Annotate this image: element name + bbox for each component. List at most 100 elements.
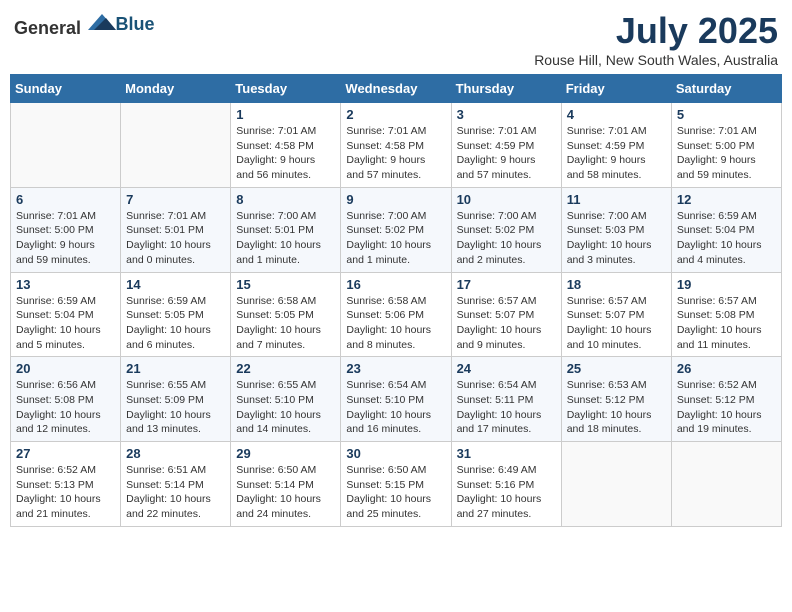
day-info: Sunrise: 6:57 AM Sunset: 5:07 PM Dayligh…: [457, 294, 556, 353]
day-number: 26: [677, 361, 776, 376]
calendar-week-row: 27Sunrise: 6:52 AM Sunset: 5:13 PM Dayli…: [11, 442, 782, 527]
calendar-cell: 18Sunrise: 6:57 AM Sunset: 5:07 PM Dayli…: [561, 272, 671, 357]
day-number: 5: [677, 107, 776, 122]
weekday-header-saturday: Saturday: [671, 75, 781, 103]
day-info: Sunrise: 6:55 AM Sunset: 5:10 PM Dayligh…: [236, 378, 335, 437]
day-number: 25: [567, 361, 666, 376]
day-number: 14: [126, 277, 225, 292]
calendar-cell: 9 Sunrise: 7:00 AM Sunset: 5:02 PM Daylig…: [341, 187, 451, 272]
calendar-cell: 2 Sunrise: 7:01 AM Sunset: 4:58 PM Daylig…: [341, 103, 451, 188]
day-info: Sunrise: 7:01 AM Sunset: 5:00 PM Dayligh…: [677, 124, 776, 183]
logo-general-text: General: [14, 18, 81, 38]
day-number: 31: [457, 446, 556, 461]
day-info: Sunrise: 6:59 AM Sunset: 5:05 PM Dayligh…: [126, 294, 225, 353]
day-number: 7: [126, 192, 225, 207]
day-info: Sunrise: 6:52 AM Sunset: 5:12 PM Dayligh…: [677, 378, 776, 437]
day-info: Sunrise: 7:01 AM Sunset: 4:59 PM Dayligh…: [457, 124, 556, 183]
calendar-cell: 28Sunrise: 6:51 AM Sunset: 5:14 PM Dayli…: [121, 442, 231, 527]
day-number: 16: [346, 277, 445, 292]
calendar-cell: 8 Sunrise: 7:00 AM Sunset: 5:01 PM Daylig…: [231, 187, 341, 272]
day-number: 9: [346, 192, 445, 207]
calendar-cell: [11, 103, 121, 188]
calendar-cell: 11 Sunrise: 7:00 AM Sunset: 5:03 PM Dayli…: [561, 187, 671, 272]
day-number: 21: [126, 361, 225, 376]
calendar-cell: 27Sunrise: 6:52 AM Sunset: 5:13 PM Dayli…: [11, 442, 121, 527]
day-info: Sunrise: 6:56 AM Sunset: 5:08 PM Dayligh…: [16, 378, 115, 437]
calendar-cell: 15 Sunrise: 6:58 AM Sunset: 5:05 PM Dayli…: [231, 272, 341, 357]
day-info: Sunrise: 7:01 AM Sunset: 4:59 PM Dayligh…: [567, 124, 666, 183]
day-number: 10: [457, 192, 556, 207]
calendar-week-row: 1 Sunrise: 7:01 AM Sunset: 4:58 PM Daylig…: [11, 103, 782, 188]
page-header: General Blue July 2025 Rouse Hill, New S…: [10, 10, 782, 68]
day-info: Sunrise: 6:59 AM Sunset: 5:04 PM Dayligh…: [16, 294, 115, 353]
weekday-header-row: SundayMondayTuesdayWednesdayThursdayFrid…: [11, 75, 782, 103]
calendar-cell: 31 Sunrise: 6:49 AM Sunset: 5:16 PM Dayli…: [451, 442, 561, 527]
day-number: 13: [16, 277, 115, 292]
calendar-cell: 22 Sunrise: 6:55 AM Sunset: 5:10 PM Dayli…: [231, 357, 341, 442]
calendar-week-row: 20 Sunrise: 6:56 AM Sunset: 5:08 PM Dayli…: [11, 357, 782, 442]
day-info: Sunrise: 6:59 AM Sunset: 5:04 PM Dayligh…: [677, 209, 776, 268]
day-info: Sunrise: 7:00 AM Sunset: 5:03 PM Dayligh…: [567, 209, 666, 268]
day-info: Sunrise: 6:58 AM Sunset: 5:05 PM Dayligh…: [236, 294, 335, 353]
calendar-week-row: 13 Sunrise: 6:59 AM Sunset: 5:04 PM Dayli…: [11, 272, 782, 357]
day-info: Sunrise: 7:00 AM Sunset: 5:02 PM Dayligh…: [346, 209, 445, 268]
calendar-table: SundayMondayTuesdayWednesdayThursdayFrid…: [10, 74, 782, 527]
day-info: Sunrise: 7:01 AM Sunset: 4:58 PM Dayligh…: [236, 124, 335, 183]
calendar-cell: [121, 103, 231, 188]
calendar-cell: 5 Sunrise: 7:01 AM Sunset: 5:00 PM Daylig…: [671, 103, 781, 188]
day-number: 28: [126, 446, 225, 461]
day-number: 11: [567, 192, 666, 207]
calendar-cell: 1 Sunrise: 7:01 AM Sunset: 4:58 PM Daylig…: [231, 103, 341, 188]
day-number: 15: [236, 277, 335, 292]
day-number: 17: [457, 277, 556, 292]
day-number: 30: [346, 446, 445, 461]
calendar-cell: 25 Sunrise: 6:53 AM Sunset: 5:12 PM Dayli…: [561, 357, 671, 442]
calendar-cell: 24Sunrise: 6:54 AM Sunset: 5:11 PM Dayli…: [451, 357, 561, 442]
weekday-header-thursday: Thursday: [451, 75, 561, 103]
day-info: Sunrise: 6:58 AM Sunset: 5:06 PM Dayligh…: [346, 294, 445, 353]
weekday-header-sunday: Sunday: [11, 75, 121, 103]
calendar-cell: 23Sunrise: 6:54 AM Sunset: 5:10 PM Dayli…: [341, 357, 451, 442]
day-number: 24: [457, 361, 556, 376]
calendar-cell: 29Sunrise: 6:50 AM Sunset: 5:14 PM Dayli…: [231, 442, 341, 527]
day-number: 22: [236, 361, 335, 376]
day-info: Sunrise: 6:53 AM Sunset: 5:12 PM Dayligh…: [567, 378, 666, 437]
calendar-cell: 20 Sunrise: 6:56 AM Sunset: 5:08 PM Dayli…: [11, 357, 121, 442]
day-number: 3: [457, 107, 556, 122]
day-info: Sunrise: 7:00 AM Sunset: 5:01 PM Dayligh…: [236, 209, 335, 268]
calendar-cell: 12Sunrise: 6:59 AM Sunset: 5:04 PM Dayli…: [671, 187, 781, 272]
day-number: 27: [16, 446, 115, 461]
calendar-cell: 17 Sunrise: 6:57 AM Sunset: 5:07 PM Dayli…: [451, 272, 561, 357]
day-number: 18: [567, 277, 666, 292]
weekday-header-monday: Monday: [121, 75, 231, 103]
calendar-week-row: 6Sunrise: 7:01 AM Sunset: 5:00 PM Daylig…: [11, 187, 782, 272]
calendar-cell: 19 Sunrise: 6:57 AM Sunset: 5:08 PM Dayli…: [671, 272, 781, 357]
day-number: 29: [236, 446, 335, 461]
day-info: Sunrise: 7:01 AM Sunset: 5:00 PM Dayligh…: [16, 209, 115, 268]
day-number: 4: [567, 107, 666, 122]
calendar-cell: 10Sunrise: 7:00 AM Sunset: 5:02 PM Dayli…: [451, 187, 561, 272]
day-info: Sunrise: 7:01 AM Sunset: 4:58 PM Dayligh…: [346, 124, 445, 183]
day-info: Sunrise: 6:57 AM Sunset: 5:08 PM Dayligh…: [677, 294, 776, 353]
day-info: Sunrise: 7:01 AM Sunset: 5:01 PM Dayligh…: [126, 209, 225, 268]
logo-blue-text: Blue: [116, 14, 155, 34]
calendar-cell: [561, 442, 671, 527]
calendar-cell: 13 Sunrise: 6:59 AM Sunset: 5:04 PM Dayli…: [11, 272, 121, 357]
calendar-cell: [671, 442, 781, 527]
calendar-cell: 14 Sunrise: 6:59 AM Sunset: 5:05 PM Dayli…: [121, 272, 231, 357]
day-number: 8: [236, 192, 335, 207]
logo-icon: [88, 10, 116, 34]
calendar-cell: 3 Sunrise: 7:01 AM Sunset: 4:59 PM Daylig…: [451, 103, 561, 188]
title-block: July 2025 Rouse Hill, New South Wales, A…: [534, 10, 778, 68]
weekday-header-friday: Friday: [561, 75, 671, 103]
weekday-header-wednesday: Wednesday: [341, 75, 451, 103]
day-number: 2: [346, 107, 445, 122]
calendar-cell: 30Sunrise: 6:50 AM Sunset: 5:15 PM Dayli…: [341, 442, 451, 527]
calendar-cell: 21Sunrise: 6:55 AM Sunset: 5:09 PM Dayli…: [121, 357, 231, 442]
day-number: 1: [236, 107, 335, 122]
subtitle: Rouse Hill, New South Wales, Australia: [534, 52, 778, 68]
day-number: 20: [16, 361, 115, 376]
calendar-cell: 6Sunrise: 7:01 AM Sunset: 5:00 PM Daylig…: [11, 187, 121, 272]
day-number: 19: [677, 277, 776, 292]
day-info: Sunrise: 6:49 AM Sunset: 5:16 PM Dayligh…: [457, 463, 556, 522]
